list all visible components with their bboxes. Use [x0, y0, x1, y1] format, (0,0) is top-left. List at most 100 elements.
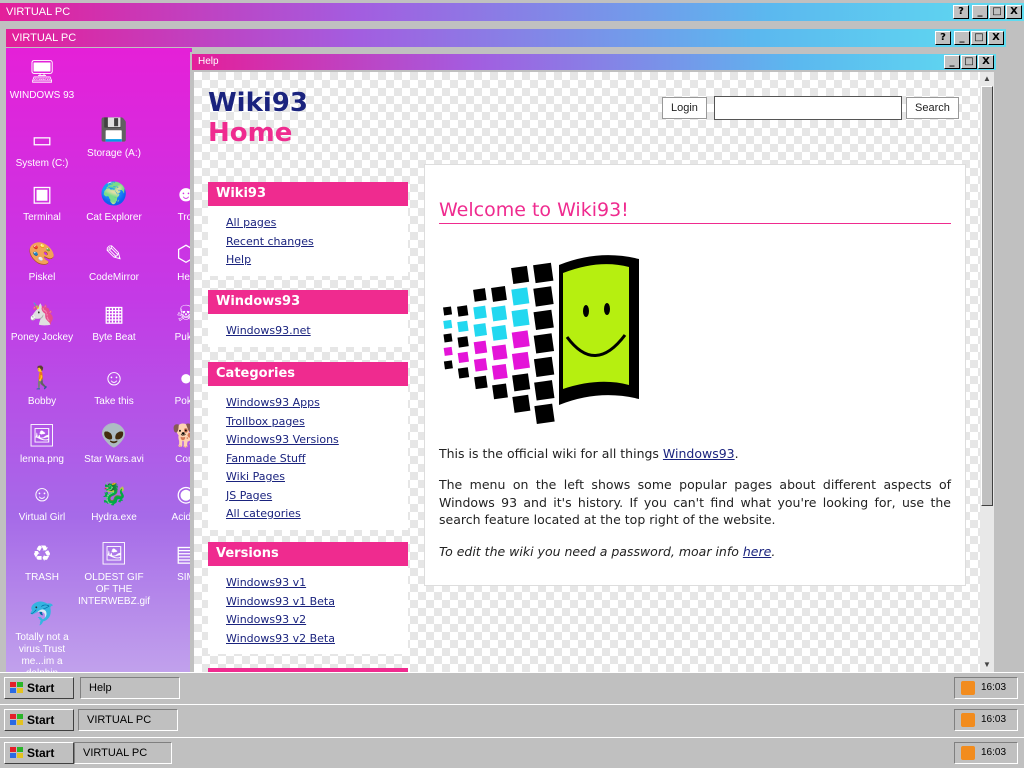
desktop-icon-3[interactable]: ▣ Terminal [6, 178, 78, 224]
sidebar-heading: Windows93 [208, 290, 408, 314]
desktop-icon-label: Virtual Girl [18, 512, 66, 523]
logo-square [492, 383, 508, 400]
desktop-icon-14[interactable]: ● Poke [150, 362, 192, 408]
sidebar-link[interactable]: All categories [226, 505, 408, 524]
taskbar-3: Start VIRTUAL PC 16:03 [0, 737, 1024, 768]
codemirror-icon: ✎ [104, 241, 124, 266]
start-button[interactable]: Start [4, 677, 74, 699]
minimize-button[interactable]: _ [944, 55, 960, 69]
logo-square [443, 319, 453, 329]
desktop-icon-17[interactable]: 🐕 Corg [150, 420, 192, 466]
desktop-icon-11[interactable]: ☠ Puke [150, 298, 192, 344]
windows-flag-icon [10, 747, 23, 758]
sidebar-box-categories: Categories Windows93 Apps Trollbox pages Wi… [208, 362, 408, 530]
help-button[interactable]: ? [953, 5, 969, 19]
gif-file-icon: 🖼 [100, 541, 128, 566]
sidebar-link[interactable]: Windows93 v1 Beta [226, 593, 408, 612]
maximize-button[interactable]: □ [971, 31, 987, 45]
desktop-icon-24[interactable]: 🐬 Totally not a virus.Trust me...im a dol… [6, 598, 78, 673]
windows93-link[interactable]: Windows93 [663, 446, 735, 461]
scroll-down-icon[interactable]: ▼ [980, 658, 994, 672]
task-item[interactable]: Help [80, 677, 180, 699]
close-button[interactable]: X [988, 31, 1004, 45]
desktop-icon-6[interactable]: 🎨 Piskel [6, 238, 78, 284]
desktop-icon-9[interactable]: 🦄 Poney Jockey [6, 298, 78, 344]
sidebar-heading: Categories [208, 362, 408, 386]
close-button[interactable]: X [1006, 5, 1022, 19]
dolphin-icon: 🐬 [28, 601, 56, 626]
task-item[interactable]: VIRTUAL PC [78, 709, 178, 731]
task-item[interactable]: VIRTUAL PC [74, 742, 172, 764]
desktop-icon-7[interactable]: ✎ CodeMirror [78, 238, 150, 284]
clock: 16:03 [981, 682, 1007, 693]
help-titlebar[interactable]: Help _ □ X [192, 54, 996, 70]
logo-square [491, 286, 507, 302]
start-button[interactable]: Start [4, 742, 74, 764]
desktop-icon-5[interactable]: ☻ Trol [150, 178, 192, 224]
desktop-icon-label: Totally not a virus.Trust me...im a dolp… [15, 632, 69, 672]
desktop-icon-10[interactable]: ▦ Byte Beat [78, 298, 150, 344]
logo-square [534, 380, 555, 401]
desktop-icon-2[interactable]: 💾 Storage (A:) [78, 114, 150, 160]
sidebar-link[interactable]: Recent changes [226, 233, 408, 252]
maximize-button[interactable]: □ [989, 5, 1005, 19]
sidebar-link[interactable]: Windows93 Versions [226, 431, 408, 450]
desktop-icon-1[interactable]: ▭ System (C:) [6, 124, 78, 170]
desktop-icon-18[interactable]: ☺ Virtual Girl [6, 478, 78, 524]
desktop-icon-13[interactable]: ☺ Take this [78, 362, 150, 408]
sidebar-link[interactable]: Windows93 v1 [226, 574, 408, 593]
help-button[interactable]: ? [935, 31, 951, 45]
sidebar-heading: Wiki93 [208, 182, 408, 206]
sidebar-link[interactable]: JS Pages [226, 487, 408, 506]
sidebar-link[interactable]: Windows93 v2 [226, 611, 408, 630]
desktop-icon-15[interactable]: 🖼 lenna.png [6, 420, 78, 466]
outer-titlebar[interactable]: VIRTUAL PC ? _ □ X [0, 3, 1024, 21]
scroll-thumb[interactable] [981, 86, 993, 506]
desktop-icon-22[interactable]: 🖼 OLDEST GIF OF THE INTERWEBZ.gif [78, 538, 150, 608]
rss-icon[interactable] [961, 681, 975, 695]
sidebar-link[interactable]: All pages [226, 214, 408, 233]
desktop-icon-8[interactable]: ⬡ Hex [150, 238, 192, 284]
desktop-icon-19[interactable]: 🐉 Hydra.exe [78, 478, 150, 524]
search-button[interactable]: Search [906, 97, 959, 119]
logo-square [512, 373, 531, 392]
logo-square [491, 305, 508, 322]
close-button[interactable]: X [978, 55, 994, 69]
login-button[interactable]: Login [662, 97, 707, 119]
logo-square [491, 324, 508, 341]
page-title: Welcome to Wiki93! [439, 199, 951, 224]
minimize-button[interactable]: _ [972, 5, 988, 19]
rss-icon[interactable] [961, 746, 975, 760]
sidebar-link[interactable]: Fanmade Stuff [226, 450, 408, 469]
wiki-logo[interactable]: Wiki93 Home [208, 88, 308, 148]
minimize-button[interactable]: _ [954, 31, 970, 45]
desktop-icon-4[interactable]: 🌍 Cat Explorer [78, 178, 150, 224]
sidebar-link[interactable]: Windows93.net [226, 322, 408, 341]
globe-icon: 🌍 [100, 181, 128, 206]
sidebar-link[interactable]: Windows93 Apps [226, 394, 408, 413]
search-input[interactable] [714, 96, 902, 120]
desktop-icon-label: Poke [174, 396, 192, 407]
clock: 16:03 [981, 714, 1007, 725]
desktop-icon-20[interactable]: ◉ Acid B [150, 478, 192, 524]
desktop-icon-12[interactable]: 🚶 Bobby [6, 362, 78, 408]
desktop-icon-0[interactable]: 🖥 WINDOWS 93 [6, 56, 78, 102]
rss-icon[interactable] [961, 713, 975, 727]
outer-window-title: VIRTUAL PC [6, 6, 71, 18]
desktop-icon-16[interactable]: 👽 Star Wars.avi [78, 420, 150, 466]
maximize-button[interactable]: □ [961, 55, 977, 69]
desktop-icon-21[interactable]: ♻ TRASH [6, 538, 78, 584]
logo-square [511, 265, 530, 284]
sidebar-link[interactable]: Trollbox pages [226, 413, 408, 432]
palette-icon: 🎨 [28, 241, 56, 266]
mid-titlebar[interactable]: VIRTUAL PC ? _ □ X [6, 29, 1006, 47]
start-button[interactable]: Start [4, 709, 74, 731]
here-link[interactable]: here [743, 544, 771, 559]
sidebar-link[interactable]: Windows93 v2 Beta [226, 630, 408, 649]
edit-suffix: . [771, 544, 776, 559]
vertical-scrollbar[interactable]: ▲ ▼ [980, 72, 994, 672]
scroll-up-icon[interactable]: ▲ [980, 72, 994, 86]
desktop-icon-23[interactable]: ▤ SIM [150, 538, 192, 584]
sidebar-link[interactable]: Wiki Pages [226, 468, 408, 487]
sidebar-link[interactable]: Help [226, 251, 408, 270]
